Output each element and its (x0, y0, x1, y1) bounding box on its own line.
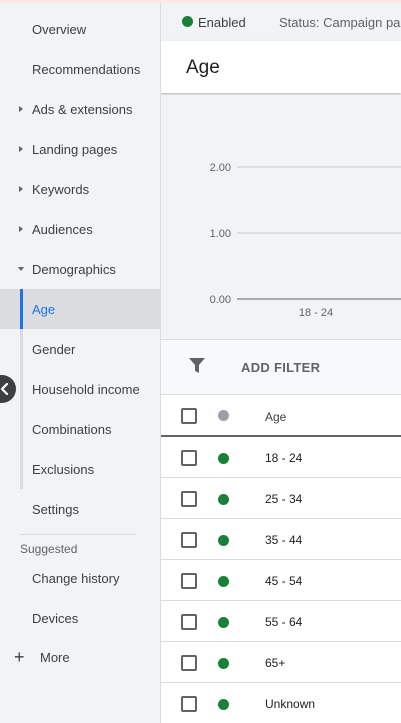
table-row[interactable]: 25 - 34 (161, 478, 401, 519)
sidebar-item-age[interactable]: Age (0, 289, 160, 329)
x-tick-label: 18 - 24 (299, 307, 333, 319)
y-tick-label: 2.00 (210, 162, 231, 174)
sidebar-item-label: Devices (32, 610, 79, 626)
row-checkbox[interactable] (181, 696, 197, 712)
age-range-cell: 35 - 44 (265, 533, 303, 547)
sidebar-item-label: Landing pages (32, 141, 118, 157)
sidebar-item-landing-pages[interactable]: Landing pages (0, 129, 160, 169)
age-column-header[interactable]: Age (265, 410, 286, 424)
table-row[interactable]: 35 - 44 (161, 519, 401, 560)
sidebar-item-ads-extensions[interactable]: Ads & extensions (0, 89, 160, 129)
sidebar-item-audiences[interactable]: Audiences (0, 209, 160, 249)
add-filter-button[interactable]: ADD FILTER (241, 360, 320, 375)
enabled-status-dot (218, 494, 229, 505)
status-column-icon (218, 410, 229, 421)
sidebar: Overview Recommendations Ads & extension… (0, 3, 160, 723)
sidebar-item-label: Settings (32, 501, 79, 517)
sidebar-item-label: Recommendations (32, 61, 141, 77)
sidebar-item-keywords[interactable]: Keywords (0, 169, 160, 209)
sidebar-item-label: Change history (32, 570, 120, 586)
sidebar-item-devices[interactable]: Devices (0, 598, 160, 638)
chart-canvas: 2.00 1.00 0.00 18 - 24 (210, 162, 401, 319)
sidebar-more-label: More (40, 649, 70, 665)
sidebar-item-label: Ads & extensions (32, 101, 133, 117)
sidebar-divider (20, 534, 136, 535)
sidebar-item-label: Household income (32, 381, 140, 397)
caret-down-icon (18, 267, 24, 271)
status-bar: Enabled Status: Campaign paused (160, 3, 401, 41)
age-range-cell: Unknown (265, 697, 316, 711)
sidebar-item-settings[interactable]: Settings (0, 489, 160, 529)
age-range-cell: 55 - 64 (265, 615, 303, 629)
enabled-status-dot (218, 576, 229, 587)
age-range-cell: 45 - 54 (265, 574, 303, 588)
table-row[interactable]: 55 - 64 (161, 601, 401, 642)
row-checkbox[interactable] (181, 491, 197, 507)
sidebar-item-exclusions[interactable]: Exclusions (0, 449, 160, 489)
active-indicator (20, 289, 23, 329)
row-checkbox[interactable] (181, 450, 197, 466)
sidebar-item-label: Age (32, 301, 56, 317)
sidebar-more-button[interactable]: + More (0, 642, 160, 672)
row-checkbox[interactable] (181, 655, 197, 671)
table-row[interactable]: 45 - 54 (161, 560, 401, 601)
sidebar-item-label: Gender (32, 341, 76, 357)
caret-right-icon (19, 146, 23, 152)
age-range-cell: 18 - 24 (265, 451, 303, 465)
chevron-left-icon (0, 383, 9, 395)
age-chart: 2.00 1.00 0.00 18 - 24 (160, 95, 401, 339)
enabled-status-dot (218, 453, 229, 464)
row-checkbox[interactable] (181, 614, 197, 630)
table-header-row: Age (161, 395, 401, 437)
table-row[interactable]: Unknown (161, 683, 401, 723)
caret-right-icon (19, 226, 23, 232)
sidebar-item-label: Overview (32, 21, 87, 37)
enabled-status-label[interactable]: Enabled (198, 15, 246, 30)
main-content: Enabled Status: Campaign paused Age 2.00… (160, 3, 401, 723)
sidebar-item-change-history[interactable]: Change history (0, 558, 160, 598)
age-table: Age 18 - 24 25 - 34 35 - 44 45 - 54 55 - 64 6… (160, 395, 401, 723)
table-row[interactable]: 65+ (161, 642, 401, 683)
table-row[interactable]: 18 - 24 (161, 437, 401, 478)
enabled-status-dot (218, 658, 229, 669)
suggested-section-title: Suggested (20, 542, 78, 556)
sidebar-item-label: Demographics (32, 261, 116, 277)
enabled-status-dot (218, 535, 229, 546)
age-range-cell: 65+ (265, 656, 286, 670)
enabled-status-dot (218, 699, 229, 710)
filter-bar: ADD FILTER (160, 339, 401, 395)
sidebar-item-combinations[interactable]: Combinations (0, 409, 160, 449)
y-tick-label: 0.00 (210, 294, 231, 306)
filter-icon[interactable] (189, 358, 205, 374)
campaign-status-text: Status: Campaign paused (279, 15, 401, 30)
sidebar-item-label: Combinations (32, 421, 112, 437)
page-header: Age (160, 41, 401, 93)
caret-right-icon (19, 186, 23, 192)
sidebar-item-label: Audiences (32, 221, 93, 237)
caret-right-icon (19, 106, 23, 112)
y-tick-label: 1.00 (210, 228, 231, 240)
enabled-status-dot (182, 16, 193, 27)
sidebar-item-gender[interactable]: Gender (0, 329, 160, 369)
sidebar-item-overview[interactable]: Overview (0, 9, 160, 49)
sidebar-item-label: Exclusions (32, 461, 95, 477)
enabled-status-dot (218, 617, 229, 628)
row-checkbox[interactable] (181, 532, 197, 548)
age-range-cell: 25 - 34 (265, 492, 303, 506)
sidebar-item-demographics[interactable]: Demographics (0, 249, 160, 289)
sidebar-item-household-income[interactable]: Household income (0, 369, 160, 409)
row-checkbox[interactable] (181, 573, 197, 589)
plus-icon: + (14, 647, 25, 667)
sidebar-item-recommendations[interactable]: Recommendations (0, 49, 160, 89)
page-title: Age (186, 57, 220, 78)
select-all-checkbox[interactable] (181, 408, 197, 424)
sidebar-item-label: Keywords (32, 181, 90, 197)
